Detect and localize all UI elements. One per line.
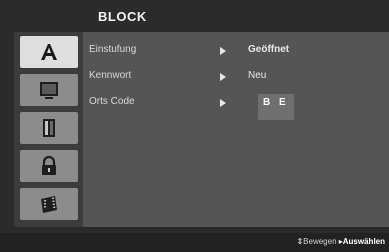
area-code-field[interactable]: B E	[258, 94, 294, 120]
a-letter-icon	[41, 44, 57, 60]
setting-value: Neu	[248, 70, 267, 81]
film-icon	[41, 196, 57, 213]
lock-icon	[42, 155, 56, 175]
setting-label: Einstufung	[89, 44, 137, 55]
move-label: Bewegen	[303, 237, 337, 246]
tab-display[interactable]	[20, 74, 78, 106]
tab-audio[interactable]	[20, 112, 78, 144]
hint-bar: ⇕Bewegen ▸Auswählen	[0, 233, 389, 252]
screen-icon	[40, 82, 58, 99]
navigation-hint: ⇕Bewegen ▸Auswählen	[296, 237, 385, 246]
speaker-icon	[43, 119, 55, 137]
arrow-right-icon	[220, 99, 226, 107]
setting-label: Orts Code	[89, 96, 135, 107]
arrow-right-icon	[220, 47, 226, 55]
tab-language[interactable]	[20, 36, 78, 68]
area-code-value: B E	[263, 97, 289, 108]
tab-lock[interactable]	[20, 150, 78, 182]
settings-area	[83, 32, 389, 227]
arrow-right-icon	[220, 73, 226, 81]
setting-label: Kennwort	[89, 70, 132, 81]
tab-others[interactable]	[20, 188, 78, 220]
setup-menu-screen: BLOCK Einstufung Geöffnet Kennwort Neu O…	[0, 0, 389, 252]
tab-column	[14, 32, 83, 227]
menu-panel	[14, 32, 389, 227]
page-title: BLOCK	[98, 9, 147, 24]
setting-value: Geöffnet	[248, 44, 290, 55]
select-label: Auswählen	[342, 237, 385, 246]
